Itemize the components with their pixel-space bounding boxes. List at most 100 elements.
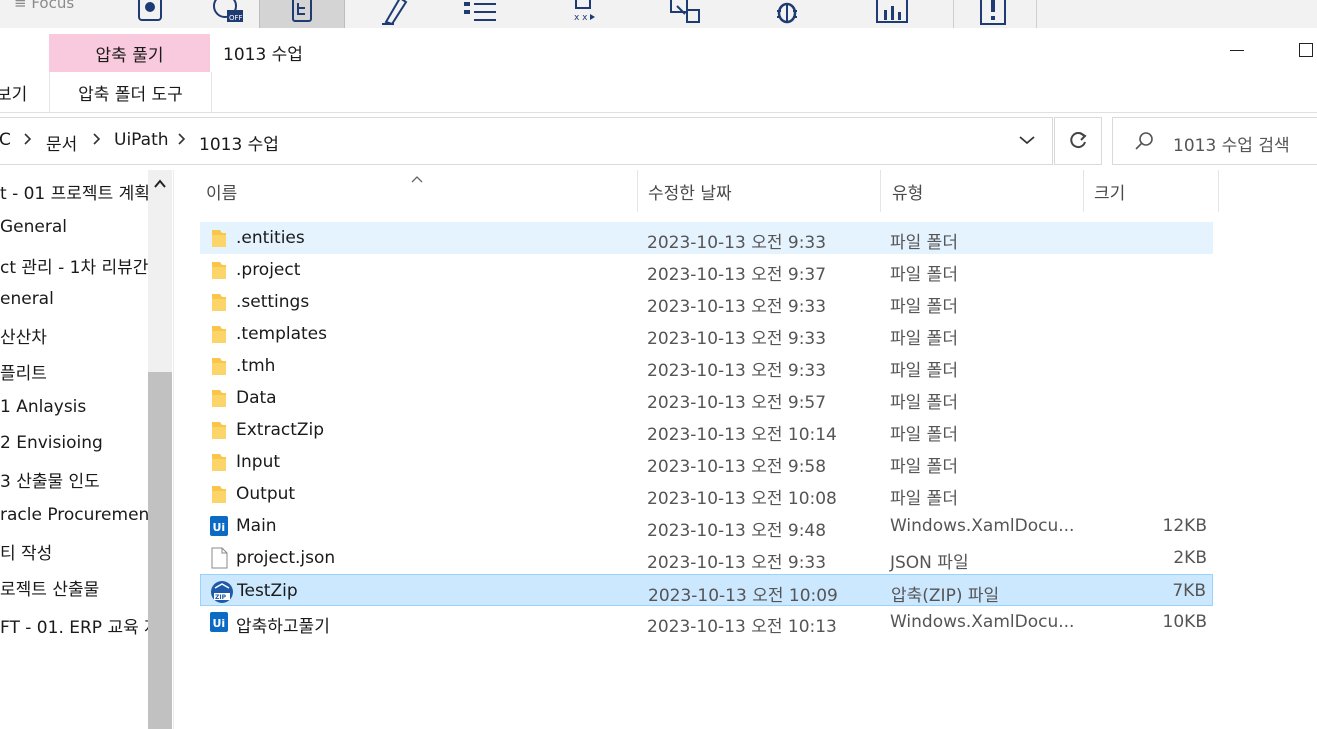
selector-button[interactable]: x x <box>558 0 608 28</box>
tab-compressed-folder-tools[interactable]: 압축 폴더 도구 <box>49 72 212 112</box>
file-type: 파일 폴더 <box>890 265 958 285</box>
nav-item[interactable]: 플리트 <box>0 359 47 384</box>
file-name[interactable]: Data <box>236 388 277 408</box>
report-button[interactable] <box>866 0 916 28</box>
file-name[interactable]: Input <box>236 452 280 472</box>
file-name[interactable]: Output <box>236 484 295 504</box>
file-type: 파일 폴더 <box>890 425 958 445</box>
focus-off-button[interactable]: OFF <box>200 0 250 28</box>
file-row[interactable]: ExtractZip 2023-10-13 오전 10:14 파일 폴더 <box>200 414 1213 446</box>
file-row[interactable]: .entities 2023-10-13 오전 9:33 파일 폴더 <box>200 222 1213 254</box>
scrollbar-thumb[interactable] <box>148 372 172 729</box>
file-type: 파일 폴더 <box>890 361 958 381</box>
record-button[interactable] <box>125 0 175 28</box>
folder-icon <box>209 259 229 281</box>
nav-item[interactable]: General <box>0 217 67 237</box>
file-name[interactable]: project.json <box>236 548 335 568</box>
nav-item[interactable]: 산산차 <box>0 323 47 348</box>
nav-item[interactable]: 2 Envisioing <box>0 433 103 453</box>
file-date: 2023-10-13 오전 9:33 <box>647 297 827 317</box>
file-name[interactable]: .entities <box>236 228 305 248</box>
chevron-up-icon[interactable] <box>153 176 167 196</box>
nav-item[interactable]: eneral <box>0 289 54 309</box>
file-type: 파일 폴더 <box>890 489 958 509</box>
file-row[interactable]: .tmh 2023-10-13 오전 9:33 파일 폴더 <box>200 350 1213 382</box>
file-row[interactable]: project.json 2023-10-13 오전 9:33 JSON 파일 2KB <box>200 542 1213 574</box>
file-name[interactable]: .tmh <box>236 356 275 376</box>
file-type: 파일 폴더 <box>890 329 958 349</box>
chevron-right-icon[interactable] <box>92 128 102 154</box>
chevron-right-icon[interactable] <box>23 128 33 154</box>
tree-view-button[interactable] <box>259 0 345 28</box>
nav-item[interactable]: ct 관리 - 1차 리뷰간 <box>0 253 148 278</box>
file-size: 10KB <box>1162 612 1207 632</box>
file-row[interactable]: ZIP TestZip 2023-10-13 오전 10:09 압축(ZIP) 파일 7… <box>200 574 1213 606</box>
file-row[interactable]: Data 2023-10-13 오전 9:57 파일 폴더 <box>200 382 1213 414</box>
address-bar[interactable]: C 문서 UiPath 1013 수업 <box>0 117 1053 165</box>
highlighter-icon <box>382 0 408 26</box>
file-date: 2023-10-13 오전 9:58 <box>647 457 827 477</box>
nav-item[interactable]: 로젝트 산출물 <box>0 575 99 600</box>
tab-view[interactable]: 보기 <box>0 80 27 105</box>
breadcrumb-documents[interactable]: 문서 <box>46 130 77 155</box>
highlight-button[interactable] <box>370 0 420 28</box>
breadcrumb-pc[interactable]: C <box>0 130 11 150</box>
file-name[interactable]: .settings <box>236 292 309 312</box>
chevron-right-icon[interactable] <box>177 128 187 154</box>
nav-item[interactable]: t - 01 프로젝트 계획 <box>0 179 148 204</box>
sort-ascending-icon <box>410 170 424 190</box>
file-type: JSON 파일 <box>890 553 969 573</box>
file-row[interactable]: .settings 2023-10-13 오전 9:33 파일 폴더 <box>200 286 1213 318</box>
minimize-button[interactable] <box>1230 50 1244 51</box>
file-row[interactable]: Ui Main 2023-10-13 오전 9:48 Windows.XamlDocu… <box>200 510 1213 542</box>
debug-button[interactable] <box>762 0 812 28</box>
file-row[interactable]: .templates 2023-10-13 오전 9:33 파일 폴더 <box>200 318 1213 350</box>
nav-item[interactable]: 3 산출물 인도 <box>0 467 100 492</box>
alert-icon <box>980 0 1006 25</box>
search-box[interactable]: 1013 수업 검색 <box>1112 117 1317 165</box>
refresh-button[interactable] <box>1054 117 1102 165</box>
file-name[interactable]: .project <box>236 260 300 280</box>
file-type: 파일 폴더 <box>890 393 958 413</box>
folder-icon <box>209 483 229 505</box>
folder-icon <box>209 355 229 377</box>
chevron-down-icon[interactable] <box>1017 128 1037 157</box>
breadcrumb-current[interactable]: 1013 수업 <box>199 130 279 155</box>
column-header-size[interactable]: 크기 <box>1094 170 1125 212</box>
file-name[interactable]: ExtractZip <box>236 420 324 440</box>
column-header-name[interactable]: 이름 <box>206 170 237 212</box>
file-date: 2023-10-13 오전 9:33 <box>647 233 827 253</box>
list-button[interactable] <box>455 0 505 28</box>
file-name[interactable]: TestZip <box>237 581 298 601</box>
breadcrumb-uipath[interactable]: UiPath <box>114 130 169 150</box>
focus-label[interactable]: ≡ Focus <box>14 0 74 12</box>
file-size: 12KB <box>1162 516 1207 536</box>
nav-scrollbar[interactable] <box>148 170 172 729</box>
nav-item[interactable]: 1 Anlaysis <box>0 397 86 417</box>
file-row[interactable]: Output 2023-10-13 오전 10:08 파일 폴더 <box>200 478 1213 510</box>
nav-item[interactable]: 티 작성 <box>0 539 52 564</box>
top-toolbar: ≡ Focus OFF x x <box>0 0 1317 29</box>
nav-item[interactable]: racle Procurement <box>0 505 148 525</box>
file-date: 2023-10-13 오전 9:33 <box>647 553 827 573</box>
maximize-button[interactable] <box>1299 43 1313 57</box>
file-name[interactable]: .templates <box>236 324 327 344</box>
tab-extract[interactable]: 압축 풀기 <box>49 34 210 72</box>
file-name[interactable]: Main <box>236 516 277 536</box>
file-name[interactable]: 압축하고풀기 <box>236 612 330 637</box>
nav-item[interactable]: FT - 01. ERP 교육 자 <box>0 613 148 638</box>
resize-button[interactable] <box>660 0 710 28</box>
file-row[interactable]: Ui 압축하고풀기 2023-10-13 오전 10:13 Windows.XamlD… <box>200 606 1213 638</box>
column-header-date[interactable]: 수정한 날짜 <box>648 170 732 212</box>
file-type: 압축(ZIP) 파일 <box>891 586 1000 606</box>
alert-button[interactable] <box>968 0 1018 28</box>
folder-icon <box>209 291 229 313</box>
column-header-type[interactable]: 유형 <box>892 170 923 212</box>
file-row[interactable]: Input 2023-10-13 오전 9:58 파일 폴더 <box>200 446 1213 478</box>
folder-icon <box>209 419 229 441</box>
file-row[interactable]: .project 2023-10-13 오전 9:37 파일 폴더 <box>200 254 1213 286</box>
search-input[interactable]: 1013 수업 검색 <box>1173 131 1290 156</box>
pane-divider[interactable] <box>173 170 174 729</box>
folder-icon <box>209 227 229 249</box>
search-icon <box>1133 130 1155 157</box>
